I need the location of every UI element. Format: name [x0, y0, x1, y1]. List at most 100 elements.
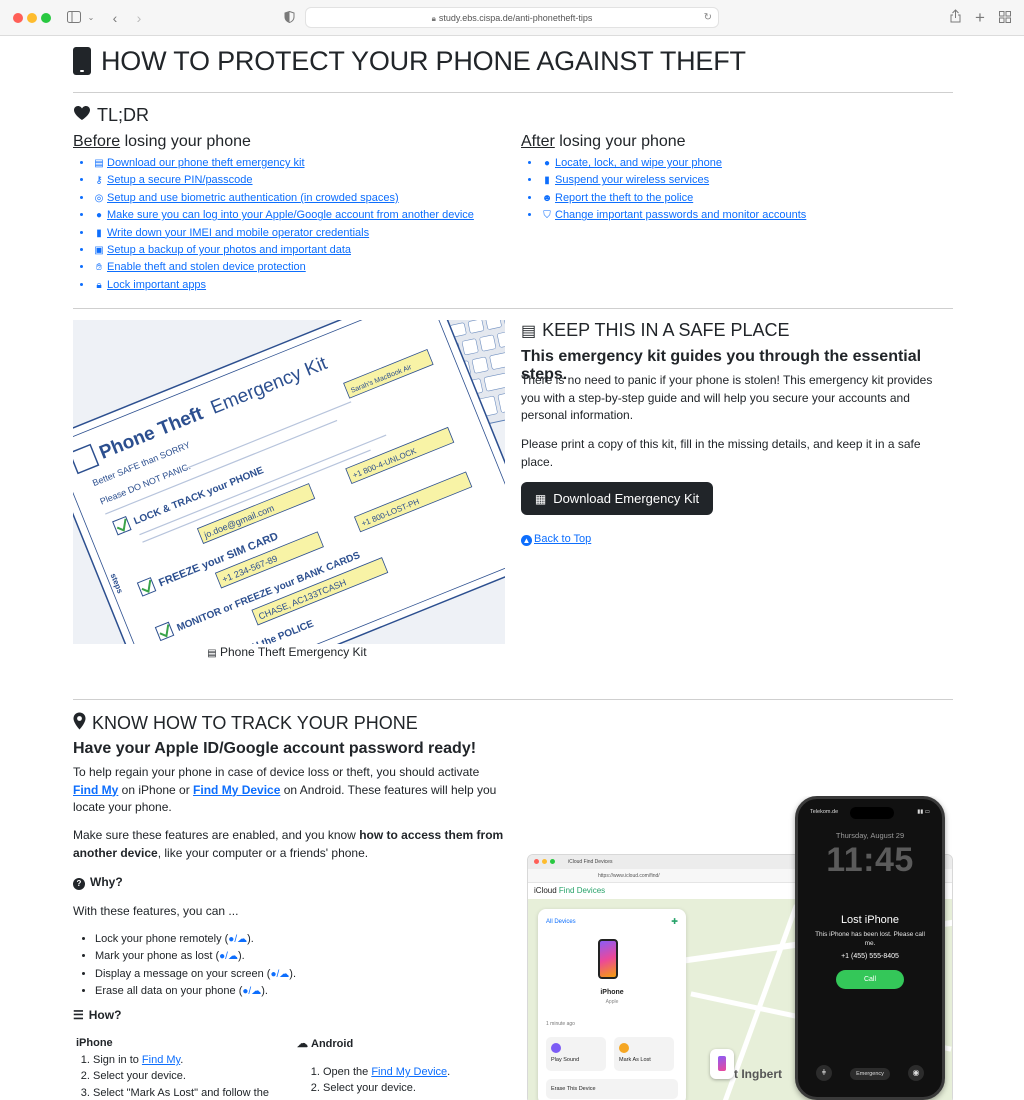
- android-find-my-device-link[interactable]: Find My Device: [371, 1066, 447, 1078]
- back-to-top-link[interactable]: ▲ Back to Top: [521, 533, 591, 546]
- apple-android-icon: ●/☁: [242, 986, 262, 998]
- before-link-backup[interactable]: ▣ Setup a backup of your photos and impor…: [93, 244, 351, 256]
- map-town-label: t Ingbert: [734, 1067, 782, 1081]
- before-link-emergency-kit[interactable]: ▤ Download our phone theft emergency kit: [93, 157, 304, 169]
- before-link-label: Enable theft and stolen device protectio…: [107, 261, 306, 274]
- before-link-theft-protection[interactable]: ✋︎ Enable theft and stolen device protect…: [93, 261, 306, 273]
- privacy-shield-icon[interactable]: [282, 9, 296, 27]
- erase-device-action: Erase This Device: [546, 1079, 678, 1099]
- before-link-account[interactable]: ● Make sure you can log into your Apple/G…: [93, 209, 474, 221]
- share-icon[interactable]: [948, 9, 962, 27]
- iphone-find-my-link[interactable]: Find My: [142, 1054, 180, 1066]
- after-link-suspend[interactable]: ▮ Suspend your wireless services: [541, 174, 709, 186]
- address-text: study.ebs.cispa.de/anti-phonetheft-tips: [438, 13, 593, 23]
- after-link-label: Report the theft to the police: [555, 191, 694, 204]
- close-dot: [534, 859, 539, 864]
- android-icon: ☁: [297, 1038, 308, 1050]
- step-text: .: [447, 1066, 451, 1078]
- icloud-tab-title: iCloud Find Devices: [568, 859, 613, 865]
- after-link-label: Suspend your wireless services: [555, 174, 710, 187]
- kit-caption: ▤ Phone Theft Emergency Kit: [206, 645, 366, 659]
- device-subtitle: Apple: [605, 999, 619, 1005]
- after-heading-emphasis: After: [521, 133, 555, 150]
- before-link-biometric[interactable]: ◎ Setup and use biometric authentication …: [93, 192, 399, 204]
- track-p2-a: Make sure these features are enabled, an…: [73, 828, 360, 842]
- list-item: Display a message on your screen (●/☁).: [95, 966, 296, 983]
- kit-paragraph-1: There is no need to panic if your phone …: [521, 373, 933, 422]
- after-link-passwords[interactable]: ⛉ Change important passwords and monitor …: [541, 209, 806, 221]
- minimize-window-button[interactable]: [27, 13, 37, 23]
- android-heading-text: Android: [311, 1038, 354, 1050]
- hand-icon: ✋︎: [96, 262, 102, 274]
- list-item: ✋︎ Enable theft and stolen device protect…: [93, 259, 474, 276]
- list-item: ▮ Suspend your wireless services: [541, 172, 806, 189]
- lost-message: This iPhone has been lost. Please call m…: [815, 931, 925, 947]
- before-link-label: Setup and use biometric authentication (…: [107, 191, 399, 204]
- iphone-steps: Sign in to Find My. Select your device. …: [73, 1052, 269, 1100]
- find-my-link[interactable]: Find My: [73, 783, 118, 797]
- reload-icon[interactable]: ↻: [704, 8, 712, 28]
- after-link-report[interactable]: ☻ Report the theft to the police: [541, 192, 693, 204]
- briefcase-icon: ▦: [534, 491, 547, 506]
- kit-heading: ▤ KEEP THIS IN A SAFE PLACE: [521, 320, 790, 341]
- tldr-heading: TL;DR: [73, 105, 149, 126]
- kit-heading-text: KEEP THIS IN A SAFE PLACE: [542, 320, 790, 340]
- mobile-phone-icon: [73, 47, 91, 75]
- police-icon: ☻: [541, 192, 553, 204]
- before-link-lock-apps[interactable]: 🔒︎ Lock important apps: [93, 279, 206, 291]
- track-paragraph-2: Make sure these features are enabled, an…: [73, 827, 513, 862]
- page-title: HOW TO PROTECT YOUR PHONE AGAINST THEFT: [101, 45, 746, 76]
- phone-icon: ▮: [544, 175, 550, 187]
- all-devices-link: All Devices: [546, 919, 576, 925]
- minimize-dot: [542, 859, 547, 864]
- divider: [73, 308, 953, 309]
- pdf-icon: ▤: [207, 648, 217, 659]
- list-item: Select "Mark As Lost" and follow the: [93, 1085, 269, 1100]
- before-link-pin[interactable]: ⚷ Setup a secure PIN/passcode: [93, 174, 252, 187]
- back-arrow-icon[interactable]: ‹: [108, 9, 122, 27]
- chevron-down-icon[interactable]: ⌄: [86, 9, 96, 27]
- location-pin-icon: ●: [95, 210, 103, 222]
- step-text: Sign in to: [93, 1054, 142, 1066]
- camera-icon: ◉: [908, 1065, 924, 1081]
- mark-lost-action: Mark As Lost: [614, 1037, 674, 1071]
- list-item: Select your device.: [93, 1068, 269, 1084]
- icloud-app-b: Find Devices: [556, 886, 606, 895]
- find-my-device-link[interactable]: Find My Device: [193, 783, 280, 797]
- address-bar[interactable]: 🔒︎ study.ebs.cispa.de/anti-phonetheft-tip…: [305, 7, 719, 28]
- emergency-kit-image[interactable]: Phone Theft Emergency Kit Better SAFE th…: [73, 320, 505, 644]
- tab-overview-icon[interactable]: [998, 9, 1012, 27]
- before-link-imei[interactable]: ▮ Write down your IMEI and mobile operato…: [93, 227, 369, 239]
- after-link-locate[interactable]: ● Locate, lock, and wipe your phone: [541, 157, 722, 169]
- tldr-title: TL;DR: [97, 105, 150, 125]
- shield-icon: ⛉: [543, 210, 551, 222]
- close-window-button[interactable]: [13, 13, 23, 23]
- before-link-label: Make sure you can log into your Apple/Go…: [107, 209, 474, 222]
- find-my-illustration: iCloud Find Devices https://www.icloud.c…: [527, 796, 953, 1100]
- apple-android-icon: ●/☁: [270, 968, 290, 980]
- feature-text: Mark your phone as lost (: [95, 950, 220, 963]
- zoom-window-button[interactable]: [41, 13, 51, 23]
- download-kit-label: Download Emergency Kit: [553, 491, 700, 506]
- list-item: Mark your phone as lost (●/☁).: [95, 948, 296, 965]
- track-p2-b: , like your computer or a friends' phone…: [157, 845, 369, 860]
- before-list: ▤Download our phone theft emergency kit …: [73, 155, 474, 294]
- why-heading-text: Why?: [90, 875, 123, 889]
- key-icon: ⚷: [95, 175, 103, 187]
- sidebar-icon[interactable]: [66, 9, 82, 27]
- before-heading-emphasis: Before: [73, 133, 121, 150]
- images-icon: ▣: [94, 245, 104, 257]
- how-heading-text: How?: [88, 1008, 122, 1022]
- lost-iphone-lockscreen: Telekom.de ▮▮ ▭ Thursday, August 29 11:4…: [795, 796, 945, 1100]
- track-heading: KNOW HOW TO TRACK YOUR PHONE: [73, 712, 418, 735]
- divider: [73, 92, 953, 93]
- download-kit-button[interactable]: ▦ Download Emergency Kit: [521, 482, 713, 515]
- forward-arrow-icon[interactable]: ›: [132, 9, 146, 27]
- phone-icon: ▮: [96, 227, 102, 239]
- back-to-top-label: Back to Top: [534, 533, 592, 545]
- pdf-icon: ▤: [521, 322, 537, 340]
- list-item: Select your device.: [323, 1080, 450, 1096]
- plus-icon: ✚: [671, 917, 678, 926]
- features-list: Lock your phone remotely (●/☁). Mark you…: [73, 931, 296, 1001]
- new-tab-icon[interactable]: +: [973, 9, 987, 27]
